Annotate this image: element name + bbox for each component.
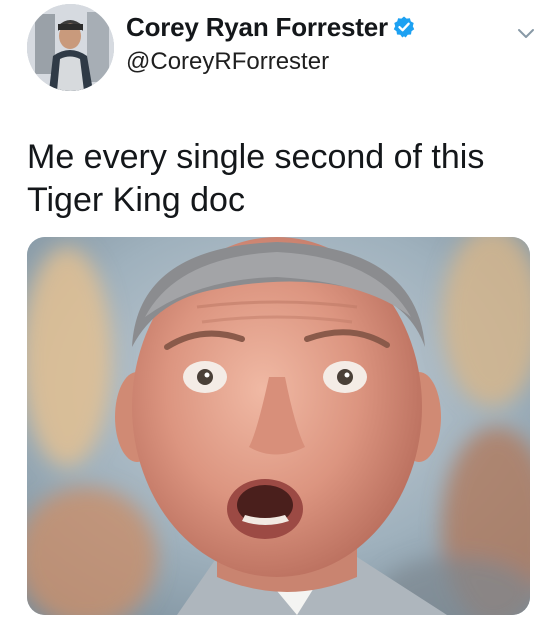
tweet-card: Corey Ryan Forrester @CoreyRForrester Me… [0,0,557,627]
tweet-text-line: Me every single second of this [27,138,485,176]
profile-photo-icon [27,4,114,91]
author-name-text: Corey Ryan Forrester [126,12,388,42]
avatar[interactable] [27,4,114,91]
chevron-down-icon[interactable] [515,22,537,44]
tweet-text: Me every single second of this Tiger Kin… [27,136,527,222]
author-display-name[interactable]: Corey Ryan Forrester [126,12,416,43]
author-handle[interactable]: @CoreyRForrester [126,48,329,76]
shocked-man-photo-icon [27,237,530,615]
tweet-text-line: Tiger King doc [27,181,245,219]
tweet-media[interactable] [27,237,530,615]
verified-badge-icon [393,16,415,38]
